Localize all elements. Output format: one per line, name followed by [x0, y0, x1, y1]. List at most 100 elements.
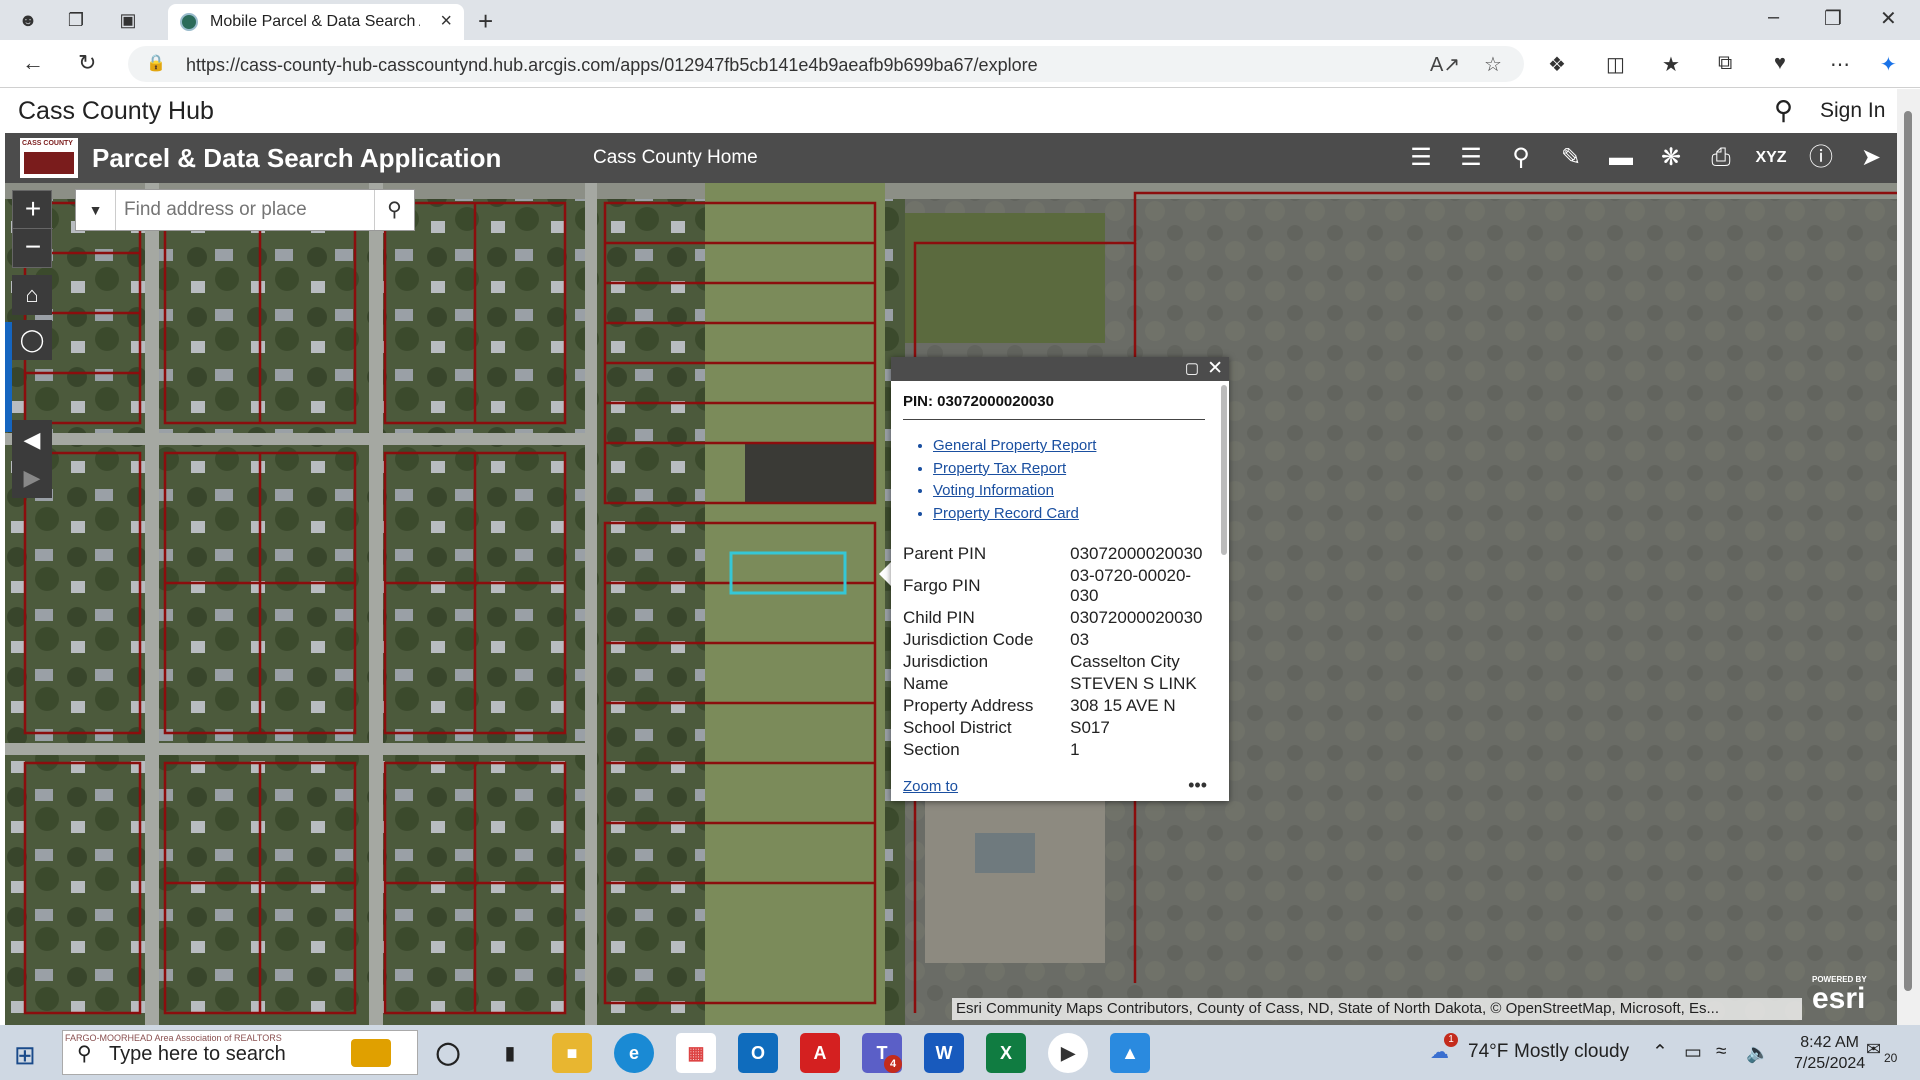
parcel-attributes-table: Parent PIN 03072000020030 Fargo PIN 03-072… [903, 543, 1205, 761]
close-popup-icon[interactable]: ✕ [1207, 357, 1223, 380]
locate-icon[interactable]: ◯ [12, 320, 52, 360]
hub-title[interactable]: Cass County Hub [18, 97, 214, 126]
attribute-value: 03-0720-00020-030 [1070, 566, 1192, 605]
zoom-to-link[interactable]: Zoom to [903, 778, 958, 795]
tab-title: Mobile Parcel & Data Search Application [210, 13, 420, 30]
search-source-dropdown-icon[interactable]: ▼ [76, 190, 116, 230]
tab-actions-icon[interactable]: ▣ [116, 8, 140, 32]
voting-information-link[interactable]: Voting Information [933, 482, 1054, 499]
popup-scrollbar[interactable] [1221, 385, 1227, 555]
info-icon[interactable]: ⓘ [1801, 141, 1841, 175]
attribute-label: School District [903, 718, 1012, 737]
share-icon[interactable]: ➤ [1851, 141, 1891, 175]
new-tab-button[interactable]: + [478, 6, 493, 37]
analysis-icon[interactable]: ❋ [1651, 141, 1691, 175]
cass-county-home-link[interactable]: Cass County Home [593, 147, 758, 169]
notifications-icon[interactable]: ✉ [1866, 1039, 1881, 1060]
task-view-icon[interactable]: ▮ [490, 1033, 530, 1073]
weather-temp[interactable]: 74°F [1468, 1041, 1508, 1063]
edge-browser-icon[interactable]: e [614, 1033, 654, 1073]
layers-icon[interactable]: ☰ [1451, 141, 1491, 175]
favorites-icon[interactable]: ★ [1662, 52, 1680, 77]
photos-icon[interactable]: ▲ [1110, 1033, 1150, 1073]
attribute-row: Jurisdiction Casselton City [903, 651, 1205, 673]
map-search-icon[interactable]: ⚲ [374, 190, 414, 230]
hub-header: Cass County Hub ⚲ Sign In [0, 89, 1920, 133]
collections-icon[interactable]: ⧉ [1718, 52, 1732, 75]
browser-tab-active[interactable]: Mobile Parcel & Data Search Application … [168, 4, 464, 40]
profile-icon[interactable]: ☻ [16, 8, 40, 32]
wifi-icon[interactable]: ≈ [1716, 1041, 1726, 1063]
property-record-card-link[interactable]: Property Record Card [933, 505, 1079, 522]
back-icon[interactable]: ← [22, 50, 44, 76]
scrollbar-thumb[interactable] [1904, 111, 1912, 991]
settings-more-icon[interactable]: ⋯ [1830, 52, 1850, 77]
attribute-row: Name STEVEN S LINK [903, 673, 1205, 695]
browser-tab-bar: ☻ ❐ ▣ Mobile Parcel & Data Search Applic… [0, 0, 1920, 40]
print-icon[interactable]: ⎙ [1701, 141, 1741, 175]
file-explorer-icon[interactable]: ■ [552, 1033, 592, 1073]
home-icon[interactable]: ⌂ [12, 275, 52, 315]
zoom-in-button[interactable]: + [13, 191, 53, 229]
split-screen-icon[interactable]: ◫ [1606, 52, 1625, 77]
copilot-icon[interactable]: ✦ [1880, 52, 1897, 77]
excel-icon[interactable]: X [986, 1033, 1026, 1073]
cortana-icon[interactable]: ◯ [428, 1033, 468, 1073]
report-link-item[interactable]: General Property Report [933, 435, 1096, 458]
coordinates-icon[interactable]: XYZ [1751, 141, 1791, 175]
volume-icon[interactable]: 🔈 [1746, 1041, 1770, 1065]
minimize-icon[interactable]: – [1768, 6, 1779, 29]
list-icon[interactable]: ☰ [1401, 141, 1441, 175]
extensions-icon[interactable]: ❖ [1548, 52, 1566, 77]
zoom-out-button[interactable]: − [13, 229, 53, 267]
microsoft-store-icon[interactable]: ▦ [676, 1033, 716, 1073]
attribute-value: 03072000020030 [1070, 608, 1203, 627]
search-highlight-icon [351, 1039, 391, 1067]
acrobat-icon[interactable]: A [800, 1033, 840, 1073]
query-icon[interactable]: ⚲ [1501, 141, 1541, 175]
word-icon[interactable]: W [924, 1033, 964, 1073]
browser-essentials-icon[interactable]: ♥ [1774, 52, 1786, 75]
next-extent-icon[interactable]: ▶ [12, 458, 52, 498]
refresh-icon[interactable]: ↻ [78, 50, 96, 76]
windows-start-icon[interactable]: ⊞ [14, 1040, 36, 1071]
general-property-report-link[interactable]: General Property Report [933, 437, 1096, 454]
attribute-label: Property Address [903, 696, 1034, 715]
system-clock[interactable]: 8:42 AM 7/25/2024 [1794, 1032, 1865, 1074]
report-links: General Property Report Property Tax Rep… [933, 435, 1096, 525]
lock-icon[interactable]: 🔒 [146, 53, 166, 73]
weather-desc[interactable]: Mostly cloudy [1514, 1041, 1629, 1063]
property-tax-report-link[interactable]: Property Tax Report [933, 460, 1066, 477]
report-link-item[interactable]: Property Record Card [933, 503, 1096, 526]
logo-graphic [24, 152, 74, 174]
sign-in-link[interactable]: Sign In [1820, 99, 1885, 123]
close-window-icon[interactable]: ✕ [1880, 6, 1897, 31]
attribute-value: Casselton City [1070, 652, 1180, 671]
measure-icon[interactable]: ▬ [1601, 141, 1641, 175]
outlook-icon[interactable]: O [738, 1033, 778, 1073]
maximize-icon[interactable]: ❐ [1824, 6, 1842, 31]
close-tab-icon[interactable]: × [440, 10, 452, 33]
battery-icon[interactable]: ▭ [1684, 1041, 1702, 1064]
maximize-popup-icon[interactable]: ▢ [1185, 359, 1199, 377]
previous-extent-icon[interactable]: ◀ [12, 420, 52, 460]
hub-search-icon[interactable]: ⚲ [1774, 95, 1793, 126]
favorite-star-icon[interactable]: ☆ [1484, 52, 1502, 77]
attribute-value: S017 [1070, 718, 1110, 737]
media-player-icon[interactable]: ▶ [1048, 1033, 1088, 1073]
popup-header: ▢ ✕ [891, 357, 1229, 381]
url-field[interactable]: 🔒 https://cass-county-hub-casscountynd.h… [128, 46, 1524, 82]
draw-icon[interactable]: ✎ [1551, 141, 1591, 175]
page-scrollbar[interactable] [1897, 89, 1920, 1025]
clock-date: 7/25/2024 [1794, 1055, 1866, 1072]
report-link-item[interactable]: Property Tax Report [933, 458, 1096, 481]
attribute-label: Jurisdiction [903, 652, 989, 671]
workspaces-icon[interactable]: ❐ [64, 8, 88, 32]
windows-taskbar: ⊞ FARGO-MOORHEAD Area Association of REA… [0, 1025, 1920, 1080]
map-search-input[interactable] [124, 197, 364, 223]
report-link-item[interactable]: Voting Information [933, 480, 1096, 503]
taskbar-search-box[interactable]: FARGO-MOORHEAD Area Association of REALT… [62, 1030, 418, 1075]
show-hidden-icons-icon[interactable]: ⌃ [1652, 1041, 1668, 1064]
more-actions-icon[interactable]: ••• [1188, 775, 1207, 796]
read-aloud-icon[interactable]: A↗ [1430, 52, 1460, 77]
